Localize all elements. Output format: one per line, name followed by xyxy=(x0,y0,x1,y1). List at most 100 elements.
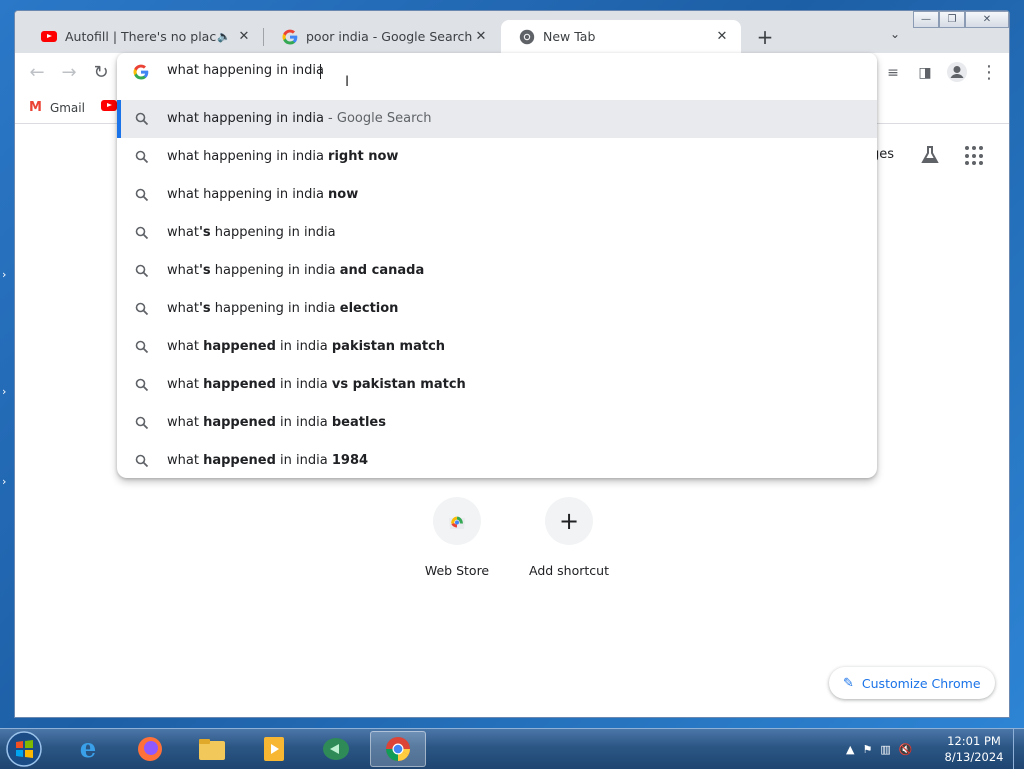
new-tab-button[interactable]: + xyxy=(752,25,778,51)
suggestion-text: what happening in india right now xyxy=(167,149,398,164)
close-tab-icon[interactable]: ✕ xyxy=(472,29,490,44)
tab-youtube[interactable]: Autofill | There's no place like 🔈 ✕ xyxy=(23,20,263,53)
desktop-icon-edge[interactable]: › xyxy=(2,475,12,493)
action-center-flag-icon[interactable]: ⚑ xyxy=(862,743,872,756)
chrome-menu-icon[interactable]: ⋮ xyxy=(977,61,1001,85)
start-button[interactable] xyxy=(4,729,44,769)
suggestion-part: in india xyxy=(275,415,332,430)
youtube-icon xyxy=(41,31,57,42)
search-icon xyxy=(135,454,149,468)
suggestion-row[interactable]: what happened in india 1984 xyxy=(117,442,877,478)
show-desktop-button[interactable] xyxy=(1013,729,1024,769)
customize-label: Customize Chrome xyxy=(861,675,981,691)
desktop-icon-edge[interactable]: › xyxy=(2,268,12,286)
close-tab-icon[interactable]: ✕ xyxy=(235,29,253,44)
taskbar-app[interactable] xyxy=(308,731,364,767)
suggestion-part: what xyxy=(167,453,204,468)
profile-avatar[interactable] xyxy=(945,61,969,85)
media-player-icon xyxy=(264,737,284,761)
bookmark-gmail[interactable]: M Gmail xyxy=(29,100,85,115)
taskbar-file-explorer[interactable] xyxy=(184,731,240,767)
customize-chrome-button[interactable]: ✎ Customize Chrome xyxy=(829,667,995,699)
suggestion-row[interactable]: what's happening in india xyxy=(117,214,877,252)
firefox-icon xyxy=(138,737,162,761)
suggestion-text: what's happening in india and canada xyxy=(167,263,424,278)
suggestion-text: what happened in india 1984 xyxy=(167,453,368,468)
suggestion-row[interactable]: what's happening in india election xyxy=(117,290,877,328)
speaker-muted-icon[interactable]: 🔈 xyxy=(217,30,231,43)
suggestion-row[interactable]: what's happening in india and canada xyxy=(117,252,877,290)
reading-list-icon[interactable]: ≡ xyxy=(881,61,905,85)
tab-google-search[interactable]: poor india - Google Search ✕ xyxy=(264,20,500,53)
side-panel-icon[interactable]: ◨ xyxy=(913,61,937,85)
suggestion-part: in india xyxy=(275,453,332,468)
suggestion-bold-part: 1984 xyxy=(331,453,369,468)
chrome-icon xyxy=(519,29,535,44)
omnibox-input-row: I xyxy=(117,53,877,91)
minimize-button[interactable]: — xyxy=(913,11,939,28)
taskbar-clock[interactable]: 12:01 PM 8/13/2024 xyxy=(934,733,1014,765)
volume-muted-icon[interactable]: 🔇 xyxy=(899,743,913,756)
network-icon[interactable]: ▥ xyxy=(880,743,890,756)
tab-search-chevron-icon[interactable]: ⌄ xyxy=(885,27,905,47)
suggestion-suffix: - Google Search xyxy=(323,111,432,126)
suggestion-text: what happening in india - Google Search xyxy=(167,111,432,126)
shortcut-web-store[interactable]: Web Store xyxy=(407,497,507,578)
address-bar-input[interactable] xyxy=(167,63,767,78)
google-icon xyxy=(133,64,149,80)
taskbar-internet-explorer[interactable]: e xyxy=(60,731,116,767)
suggestion-bold-part: happened xyxy=(203,377,276,392)
labs-flask-icon[interactable] xyxy=(919,144,941,166)
search-icon xyxy=(135,416,149,430)
suggestion-part: what happening in india xyxy=(167,111,324,126)
suggestion-bold-part: 's xyxy=(198,301,211,316)
app-icon xyxy=(323,738,349,760)
search-icon xyxy=(135,150,149,164)
back-button[interactable]: ← xyxy=(25,61,49,85)
suggestion-part: what xyxy=(167,301,199,316)
shortcut-add[interactable]: + Add shortcut xyxy=(519,497,619,578)
suggestion-bold-part: 's xyxy=(198,263,211,278)
desktop-icon-edge[interactable]: › xyxy=(2,385,12,403)
suggestion-bold-part: happened xyxy=(203,415,276,430)
suggestion-row[interactable]: what happening in india now xyxy=(117,176,877,214)
taskbar: e ▲ ⚑ ▥ 🔇 12:01 PM 8/13/2024 xyxy=(0,728,1024,769)
chrome-icon xyxy=(386,737,410,761)
bookmark-youtube[interactable] xyxy=(101,100,117,111)
file-explorer-icon xyxy=(199,739,225,760)
suggestion-row[interactable]: what happened in india vs pakistan match xyxy=(117,366,877,404)
suggestion-row[interactable]: what happened in india beatles xyxy=(117,404,877,442)
suggestion-bold-part: election xyxy=(339,301,399,316)
tab-new-tab[interactable]: New Tab ✕ xyxy=(501,20,741,53)
clock-time: 12:01 PM xyxy=(947,734,1001,748)
search-icon xyxy=(135,264,149,278)
shortcut-label: Web Store xyxy=(424,563,490,578)
pencil-icon: ✎ xyxy=(843,675,854,691)
search-icon xyxy=(135,378,149,392)
close-window-button[interactable]: ✕ xyxy=(965,11,1009,28)
suggestion-row[interactable]: what happening in india - Google Search xyxy=(117,100,877,138)
taskbar-media-player[interactable] xyxy=(246,731,302,767)
suggestion-row[interactable]: what happening in india right now xyxy=(117,138,877,176)
suggestion-bold-part: now xyxy=(328,187,359,202)
reload-button[interactable]: ↻ xyxy=(89,61,113,85)
google-apps-icon[interactable] xyxy=(965,146,985,166)
taskbar-firefox[interactable] xyxy=(122,731,178,767)
youtube-icon xyxy=(101,100,117,111)
suggestion-row[interactable]: what happened in india pakistan match xyxy=(117,328,877,366)
suggestion-bold-part: and canada xyxy=(339,263,425,278)
show-hidden-icons-icon[interactable]: ▲ xyxy=(846,743,854,756)
clock-date: 8/13/2024 xyxy=(944,750,1004,764)
suggestion-bold-part: happened xyxy=(203,453,276,468)
suggestion-part: what xyxy=(167,377,204,392)
plus-icon: + xyxy=(545,497,593,545)
suggestion-bold-part: beatles xyxy=(331,415,386,430)
tab-strip: Autofill | There's no place like 🔈 ✕ poo… xyxy=(15,11,1009,53)
forward-button[interactable]: → xyxy=(57,61,81,85)
suggestion-part: what happening in india xyxy=(167,149,329,164)
restore-button[interactable]: ❐ xyxy=(939,11,965,28)
close-tab-icon[interactable]: ✕ xyxy=(713,29,731,44)
taskbar-chrome[interactable] xyxy=(370,731,426,767)
web-store-icon xyxy=(433,497,481,545)
suggestion-text: what happened in india vs pakistan match xyxy=(167,377,466,392)
